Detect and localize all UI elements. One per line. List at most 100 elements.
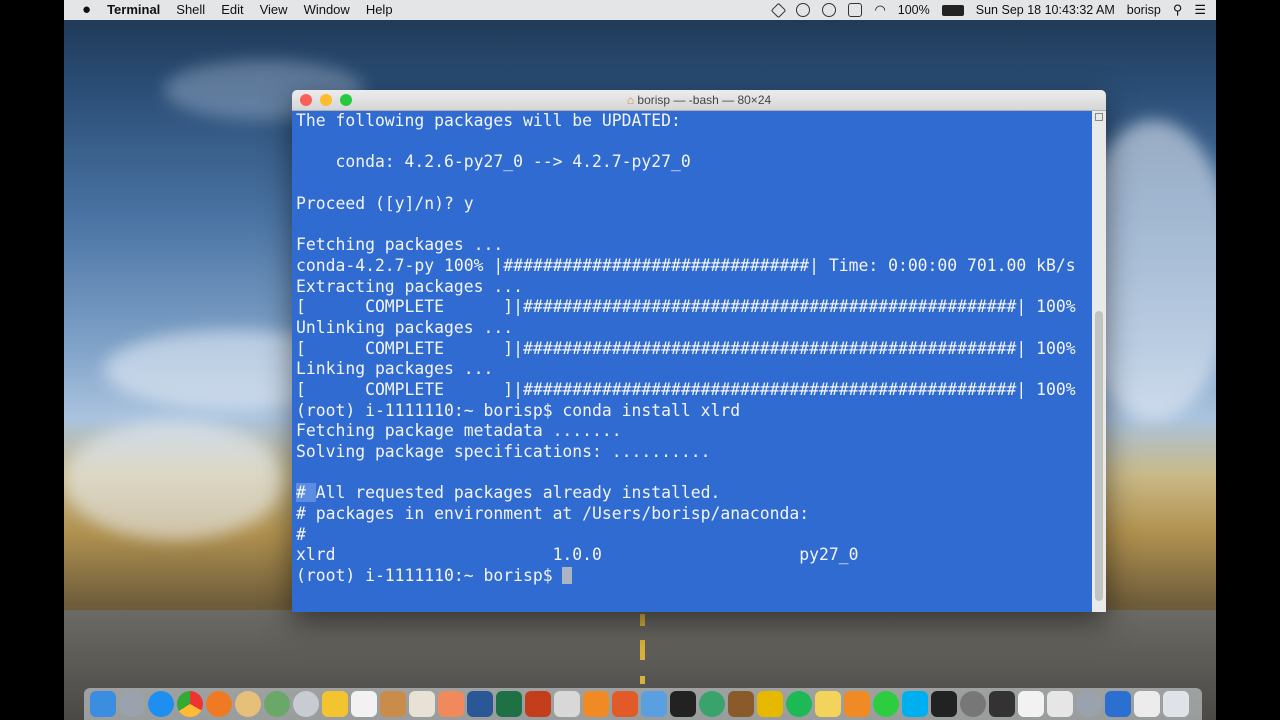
terminal-line-rest: All requested packages already installed…	[315, 483, 721, 503]
terminal-line: Fetching package metadata .......	[296, 421, 622, 441]
status-area: ◠ 100% Sun Sep 18 10:43:32 AM borisp ⚲ ☰	[771, 0, 1206, 20]
app-icon[interactable]	[293, 691, 319, 717]
app-icon[interactable]	[757, 691, 783, 717]
document-icon[interactable]	[1047, 691, 1073, 717]
launchpad-icon[interactable]	[119, 691, 145, 717]
vlc-icon[interactable]	[583, 691, 609, 717]
title-bar[interactable]: ⌂ borisp — -bash — 80×24	[292, 90, 1106, 111]
prompt: (root) i-1111110:~ borisp$	[296, 566, 563, 586]
dock	[84, 688, 1202, 720]
scroll-thumb[interactable]	[1095, 311, 1103, 601]
firefox-icon[interactable]	[206, 691, 232, 717]
app-icon[interactable]	[873, 691, 899, 717]
menu-view[interactable]: View	[260, 0, 288, 20]
window-title-text: borisp — -bash — 80×24	[637, 93, 772, 107]
menu-app-name[interactable]: Terminal	[107, 0, 160, 20]
terminal-line: conda: 4.2.6-py27_0 --> 4.2.7-py27_0	[296, 152, 691, 172]
terminal-line: #	[296, 524, 306, 544]
terminal-line: Extracting packages ...	[296, 276, 523, 296]
record-icon[interactable]	[796, 3, 811, 17]
road-line	[640, 640, 645, 660]
app-icon[interactable]	[728, 691, 754, 717]
app-store-icon[interactable]	[148, 691, 174, 717]
app-icon[interactable]	[612, 691, 638, 717]
powerpoint-icon[interactable]	[525, 691, 551, 717]
app-icon[interactable]	[641, 691, 667, 717]
terminal-line: [ COMPLETE ]|###########################…	[296, 297, 1076, 317]
system-preferences-icon[interactable]	[960, 691, 986, 717]
terminal-window: ⌂ borisp — -bash — 80×24 The following p…	[292, 90, 1106, 612]
apple-menu-icon[interactable]: ●	[82, 0, 91, 20]
drive-app-icon[interactable]	[322, 691, 348, 717]
app-icon[interactable]	[699, 691, 725, 717]
terminal-line: (root) i-1111110:~ borisp$ conda install…	[296, 400, 741, 420]
circle-icon[interactable]	[822, 3, 837, 17]
terminal-line: Unlinking packages ...	[296, 317, 514, 337]
home-icon: ⌂	[626, 93, 635, 107]
window-thumbnail-icon[interactable]	[1105, 691, 1131, 717]
battery-percent: 100%	[897, 3, 930, 17]
terminal-line: Proceed ([y]/n)? y	[296, 193, 474, 213]
drive-icon[interactable]	[771, 2, 787, 18]
menu-window[interactable]: Window	[304, 0, 350, 20]
scroll-handle-icon[interactable]	[1095, 113, 1103, 121]
spotify-icon[interactable]	[786, 691, 812, 717]
app-icon[interactable]	[1076, 691, 1102, 717]
terminal-line: Solving package specifications: ........…	[296, 442, 711, 461]
audio-icon[interactable]	[409, 691, 435, 717]
terminal-line: [ COMPLETE ]|###########################…	[296, 338, 1076, 358]
app-icon[interactable]	[815, 691, 841, 717]
road-line	[640, 614, 645, 626]
app-icon[interactable]	[438, 691, 464, 717]
terminal-line: [ COMPLETE ]|###########################…	[296, 379, 1076, 399]
notes-icon[interactable]	[351, 691, 377, 717]
spotlight-search-icon[interactable]: ⚲	[1173, 2, 1183, 18]
battery-icon[interactable]	[941, 4, 964, 16]
books-icon[interactable]	[844, 691, 870, 717]
terminal-line: conda-4.2.7-py 100% |###################…	[296, 255, 1076, 275]
terminal-line: Linking packages ...	[296, 359, 494, 379]
window-title: ⌂ borisp — -bash — 80×24	[292, 93, 1106, 107]
app-icon[interactable]	[235, 691, 261, 717]
trash-icon[interactable]	[1163, 691, 1189, 717]
desktop-wallpaper: ● Terminal Shell Edit View Window Help ◠…	[64, 0, 1216, 720]
cloud	[64, 420, 284, 540]
app-icon[interactable]	[989, 691, 1015, 717]
document-icon[interactable]	[1018, 691, 1044, 717]
terminal-line: Fetching packages ...	[296, 235, 504, 255]
app-icon[interactable]	[380, 691, 406, 717]
menu-bar: ● Terminal Shell Edit View Window Help ◠…	[64, 0, 1216, 20]
terminal-prompt-line: (root) i-1111110:~ borisp$	[296, 566, 1091, 587]
user-menu[interactable]: borisp	[1127, 3, 1161, 17]
app-icon[interactable]	[554, 691, 580, 717]
terminal-line: # packages in environment at /Users/bori…	[296, 504, 810, 524]
terminal-line-selected: # All requested packages already install…	[296, 483, 1091, 504]
selected-text: #	[296, 483, 316, 503]
excel-icon[interactable]	[496, 691, 522, 717]
app-icon[interactable]	[264, 691, 290, 717]
scrollbar[interactable]	[1092, 111, 1106, 612]
road-line	[640, 676, 645, 684]
terminal-output[interactable]: The following packages will be UPDATED: …	[296, 111, 1091, 611]
menu-shell[interactable]: Shell	[176, 0, 205, 20]
word-icon[interactable]	[467, 691, 493, 717]
document-icon[interactable]	[1134, 691, 1160, 717]
text-cursor	[562, 567, 573, 585]
menu-edit[interactable]: Edit	[221, 0, 243, 20]
terminal-icon[interactable]	[931, 691, 957, 717]
finder-icon[interactable]	[90, 691, 116, 717]
chrome-icon[interactable]	[177, 691, 203, 717]
headphones-icon[interactable]	[670, 691, 696, 717]
terminal-line: The following packages will be UPDATED:	[296, 111, 681, 130]
skype-icon[interactable]	[902, 691, 928, 717]
notification-center-icon[interactable]: ☰	[1194, 2, 1206, 18]
clock[interactable]: Sun Sep 18 10:43:32 AM	[976, 3, 1115, 17]
menu-help[interactable]: Help	[366, 0, 393, 20]
wifi-icon[interactable]: ◠	[874, 2, 885, 18]
terminal-line: xlrd 1.0.0 py27_0	[296, 545, 859, 565]
shield-icon[interactable]	[848, 3, 863, 17]
